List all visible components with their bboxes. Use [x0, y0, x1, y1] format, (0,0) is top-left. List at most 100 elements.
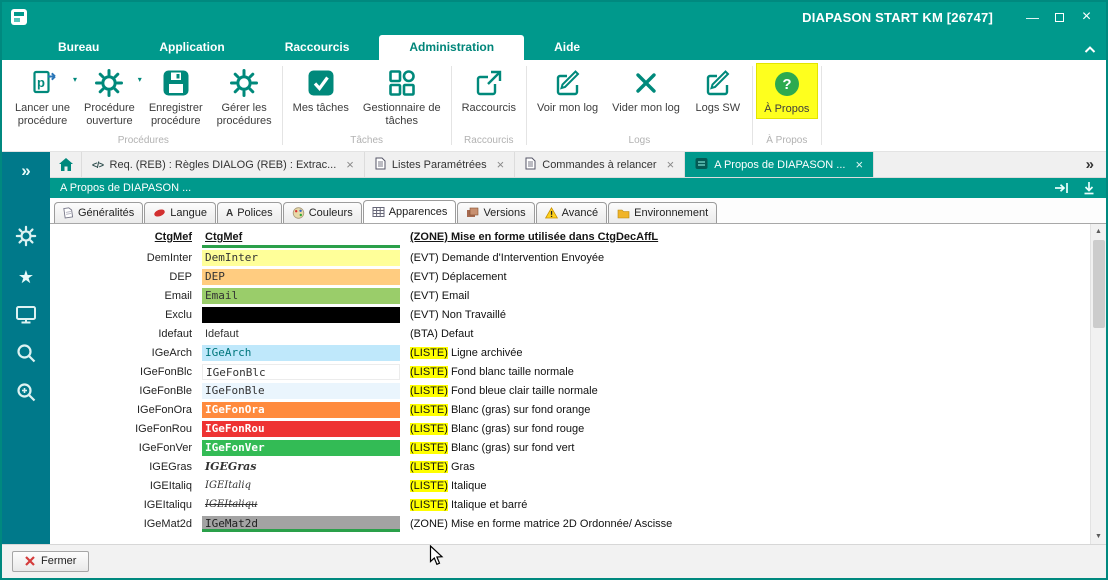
table-row[interactable]: ExcluExclu(EVT) Non Travaillé — [50, 305, 1106, 324]
home-button[interactable] — [50, 152, 82, 177]
sidebar-item-desktop[interactable] — [2, 301, 50, 331]
scroll-down-icon[interactable]: ▼ — [1095, 529, 1102, 544]
menu-tab-administration[interactable]: Administration — [379, 35, 524, 60]
close-tab-icon[interactable]: × — [346, 157, 354, 172]
table-row[interactable]: IGeFonVerIGeFonVer(LISTE) Blanc (gras) s… — [50, 438, 1106, 457]
cell-sample: IGeArch — [202, 345, 400, 361]
tab-polices[interactable]: APolices — [217, 202, 282, 223]
cell-name: IGEItaliqu — [50, 499, 202, 511]
menu-tab-bureau[interactable]: Bureau — [28, 35, 129, 60]
tab-apparences[interactable]: Apparences — [363, 200, 457, 223]
scroll-thumb[interactable] — [1093, 240, 1105, 328]
table-row[interactable]: IGeMat2dIGeMat2d(ZONE) Mise en forme mat… — [50, 514, 1106, 533]
table-body: DemInterDemInter(EVT) Demande d'Interven… — [50, 248, 1106, 533]
code-icon: </> — [92, 160, 104, 170]
table-row[interactable]: IGeFonBlcIGeFonBlc(LISTE) Fond blanc tai… — [50, 362, 1106, 381]
panel-header-actions — [1054, 181, 1096, 195]
cell-tag: (EVT) — [410, 271, 439, 283]
main-area: » ★ </>Req. (REB) : Règles DIALOG (REB) :… — [2, 152, 1106, 544]
cell-description: Gras — [448, 461, 475, 473]
close-button[interactable]: × — [1073, 5, 1100, 29]
ribbon-button-logs-sw[interactable]: Logs SW — [687, 63, 749, 117]
clear-x-icon — [631, 66, 661, 99]
ribbon-button-raccourcis[interactable]: Raccourcis — [455, 63, 523, 117]
doc-tab-listes-parametrees[interactable]: Listes Paramétrées× — [365, 152, 515, 177]
ribbon-button-gerer-les-procedures[interactable]: Gérer les procédures — [210, 63, 279, 130]
tab-overflow-button[interactable]: » — [1074, 152, 1106, 177]
menu-tab-aide[interactable]: Aide — [524, 35, 610, 60]
table-row[interactable]: IGeFonOraIGeFonOra(LISTE) Blanc (gras) s… — [50, 400, 1106, 419]
tab-label: Couleurs — [309, 207, 353, 219]
ribbon-button-enregistrer-procedure[interactable]: Enregistrer procédure — [142, 63, 210, 130]
table-row[interactable]: IGeArchIGeArch(LISTE) Ligne archivée — [50, 343, 1106, 362]
ribbon-button-mes-taches[interactable]: Mes tâches — [286, 63, 356, 117]
sidebar-item-advanced-search[interactable] — [2, 379, 50, 409]
group-separator-line — [282, 66, 283, 145]
column-header-zone-description[interactable]: (ZONE) Mise en forme utilisée dans CtgDe… — [404, 231, 1106, 243]
ribbon-button-gestionnaire-de-taches[interactable]: Gestionnaire de tâches — [356, 63, 448, 130]
ribbon-button-voir-mon-log[interactable]: Voir mon log — [530, 63, 605, 117]
cell-tag: (LISTE) — [410, 480, 448, 492]
ribbon-button-procedure-ouverture[interactable]: ▾Procédure ouverture — [77, 63, 142, 130]
tab-versions[interactable]: Versions — [457, 202, 534, 223]
tab-environnement[interactable]: Environnement — [608, 202, 717, 223]
sidebar-item-search[interactable] — [2, 340, 50, 370]
cell-description: Blanc (gras) sur fond rouge — [448, 423, 584, 435]
table-row[interactable]: DemInterDemInter(EVT) Demande d'Interven… — [50, 248, 1106, 267]
cell-tag: (LISTE) — [410, 499, 448, 511]
ribbon-button-lancer-une-procedure[interactable]: p▾Lancer une procédure — [8, 63, 77, 130]
tab-avance[interactable]: Avancé — [536, 202, 608, 223]
table-row[interactable]: IGeFonBleIGeFonBle(LISTE) Fond bleue cla… — [50, 381, 1106, 400]
column-header-ctgmef[interactable]: CtgMef — [50, 231, 202, 243]
ribbon-button-a-propos[interactable]: ?À Propos — [756, 63, 818, 119]
collapse-panel-icon[interactable] — [1082, 181, 1096, 195]
tab-generalites[interactable]: Généralités — [54, 202, 143, 223]
table-row[interactable]: IGeFonRouIGeFonRou(LISTE) Blanc (gras) s… — [50, 419, 1106, 438]
table-row[interactable]: EmailEmail(EVT) Email — [50, 286, 1106, 305]
tab-couleurs[interactable]: Couleurs — [283, 202, 362, 223]
table-row[interactable]: DEPDEP(EVT) Déplacement — [50, 267, 1106, 286]
sidebar-item-expand[interactable]: » — [2, 156, 50, 186]
cell-description: Déplacement — [439, 271, 507, 283]
fermer-button[interactable]: Fermer — [12, 551, 89, 572]
sidebar-item-favorites[interactable]: ★ — [2, 262, 50, 292]
group-separator-line — [821, 66, 822, 145]
table-row[interactable]: IGEGrasIGEGras(LISTE) Gras — [50, 457, 1106, 476]
cell-name: IGeArch — [50, 347, 202, 359]
tab-langue[interactable]: Langue — [144, 202, 216, 223]
cell-sample: IGEGras — [202, 459, 400, 475]
right-column: </>Req. (REB) : Règles DIALOG (REB) : Ex… — [50, 152, 1106, 544]
tab-label: Avancé — [562, 207, 599, 219]
table-header-row: CtgMef CtgMef (ZONE) Mise en forme utili… — [50, 226, 1106, 248]
doc-tab-req-reb-regles-dialog-reb-extrac[interactable]: </>Req. (REB) : Règles DIALOG (REB) : Ex… — [82, 152, 365, 177]
document-tab-bar: </>Req. (REB) : Règles DIALOG (REB) : Ex… — [50, 152, 1106, 178]
sidebar-item-settings[interactable] — [2, 223, 50, 253]
gear-icon — [94, 66, 124, 99]
maximize-icon — [1055, 13, 1064, 22]
collapse-ribbon-button[interactable] — [1084, 41, 1096, 59]
pin-panel-icon[interactable] — [1054, 181, 1070, 195]
tab-label: Versions — [483, 207, 525, 219]
table-grid-icon — [372, 206, 385, 218]
menu-tab-raccourcis[interactable]: Raccourcis — [255, 35, 380, 60]
table-row[interactable]: IGEItaliqIGEItaliq(LISTE) Italique — [50, 476, 1106, 495]
vertical-scrollbar[interactable]: ▲ ▼ — [1090, 224, 1106, 544]
doc-tab-commandes-a-relancer[interactable]: Commandes à relancer× — [515, 152, 685, 177]
table-row[interactable]: IdefautIdefaut(BTA) Defaut — [50, 324, 1106, 343]
column-header-ctgmef-sample[interactable]: CtgMef — [202, 226, 404, 248]
ribbon-button-label: Voir mon log — [537, 102, 598, 115]
close-tab-icon[interactable]: × — [497, 157, 505, 172]
maximize-button[interactable] — [1046, 5, 1073, 29]
close-tab-icon[interactable]: × — [667, 157, 675, 172]
footer-bar: Fermer — [2, 544, 1106, 578]
cell-sample: IGeFonOra — [202, 402, 400, 418]
cell-sample: DEP — [202, 269, 400, 285]
edit-icon — [553, 66, 583, 99]
ribbon-button-vider-mon-log[interactable]: Vider mon log — [605, 63, 687, 117]
doc-tab-a-propos-de-diapason[interactable]: A Propos de DIAPASON ...× — [685, 152, 874, 177]
minimize-button[interactable]: — — [1019, 5, 1046, 29]
menu-tab-application[interactable]: Application — [129, 35, 254, 60]
table-row[interactable]: IGEItaliquIGEItaliqu(LISTE) Italique et … — [50, 495, 1106, 514]
scroll-up-icon[interactable]: ▲ — [1095, 224, 1102, 239]
close-tab-icon[interactable]: × — [855, 157, 863, 172]
